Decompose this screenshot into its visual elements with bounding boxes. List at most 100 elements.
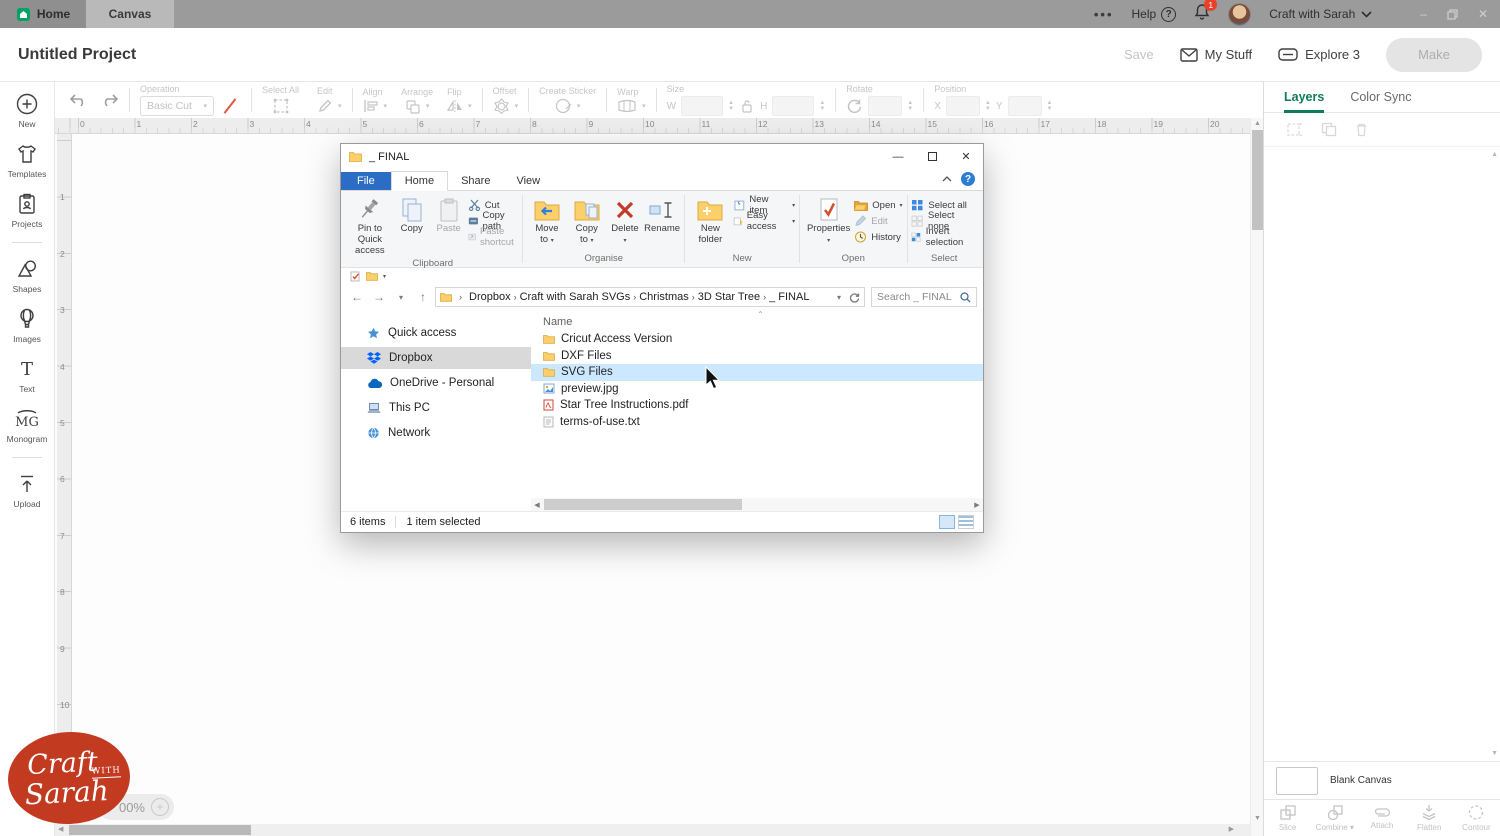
list-scroll-right-icon[interactable]: ▶ [971,501,983,509]
rotate-icon[interactable] [846,98,863,114]
properties-button[interactable]: Properties ▾ [804,195,853,247]
width-input[interactable] [681,96,724,116]
nav-item-onedrive---personal[interactable]: OneDrive - Personal [341,372,531,394]
linetype-swatch[interactable] [219,96,241,116]
breadcrumb-separator-icon[interactable]: › [689,292,698,302]
overflow-menu-icon[interactable]: ••• [1094,7,1114,22]
canvas-swatch[interactable] [1276,766,1318,795]
file-row-cricut-access-version[interactable]: Cricut Access Version [531,331,983,348]
qat-folder-icon[interactable] [366,271,378,281]
width-stepper[interactable]: ▲ ▼ [728,100,734,112]
nav-item-quick-access[interactable]: Quick access [341,322,531,344]
sidebar-item-shapes[interactable]: Shapes [0,257,54,294]
redo-button[interactable] [99,92,119,108]
tab-color-sync[interactable]: Color Sync [1350,90,1411,112]
large-icons-view-button[interactable] [958,515,974,529]
account-menu[interactable]: Craft with Sarah [1269,7,1372,21]
sidebar-item-text[interactable]: T Text [0,357,54,394]
breadcrumb-separator-icon[interactable]: › [511,292,520,302]
operation-select[interactable]: Basic Cut ▾ [140,96,214,116]
rotate-input[interactable] [868,96,903,116]
breadcrumb-item[interactable]: 3D Star Tree [698,291,760,303]
contour-button[interactable]: Contour [1453,800,1500,836]
delete-button[interactable]: Delete ▾ [607,195,643,247]
list-scroll-left-icon[interactable]: ◀ [531,501,543,509]
arrange-button[interactable]: ▾ [405,99,429,114]
history-button[interactable]: History [854,229,902,245]
breadcrumb-item[interactable]: Dropbox [469,291,511,303]
file-row-preview-jpg[interactable]: preview.jpg [531,381,983,398]
collapse-ribbon-icon[interactable] [942,176,952,182]
file-row-star-tree-instructions-pdf[interactable]: Star Tree Instructions.pdf [531,397,983,414]
combine-button[interactable]: Combine ▾ [1311,800,1358,836]
move-to-button[interactable]: Move to ▾ [527,195,566,247]
nav-item-dropbox[interactable]: Dropbox [341,347,531,369]
explorer-help-icon[interactable]: ? [961,172,975,186]
app-close-button[interactable]: ✕ [1478,7,1488,21]
copy-button[interactable]: Copy [394,195,430,236]
panel-scroll-up-icon[interactable]: ▲ [1491,151,1498,158]
sidebar-item-templates[interactable]: Templates [0,142,54,179]
scroll-left-icon[interactable]: ◀ [58,824,63,836]
tab-canvas[interactable]: Canvas [86,0,174,28]
ribbon-tab-share[interactable]: Share [448,172,503,190]
sidebar-item-projects[interactable]: Projects [0,192,54,229]
undo-button[interactable] [69,92,89,108]
save-button[interactable]: Save [1124,47,1154,62]
file-row-svg-files[interactable]: SVG Files [531,364,983,381]
explorer-maximize-button[interactable] [915,144,949,169]
tab-home[interactable]: Home [0,0,86,28]
refresh-icon[interactable] [849,292,860,303]
edit-button[interactable]: Edit [854,213,902,229]
paste-button[interactable]: Paste [431,195,467,236]
height-input[interactable] [772,96,815,116]
flatten-button[interactable]: Flatten [1406,800,1453,836]
warp-button[interactable]: ▾ [617,99,646,113]
sidebar-item-monogram[interactable]: MG Monogram [0,407,54,444]
ribbon-tab-home[interactable]: Home [390,171,449,191]
invert-selection-button[interactable]: Invert selection [911,226,977,248]
easy-access-button[interactable]: Easy access ▾ [733,210,795,232]
address-dropdown-icon[interactable]: ▾ [837,293,841,302]
list-scroll-thumb[interactable] [544,499,742,510]
attach-button[interactable]: Attach [1358,800,1405,836]
lock-icon[interactable] [741,99,753,113]
tab-layers[interactable]: Layers [1284,90,1325,113]
file-row-dxf-files[interactable]: DXF Files [531,348,983,365]
explorer-close-button[interactable]: ✕ [949,144,983,169]
back-button[interactable]: ← [347,290,367,304]
copy-to-button[interactable]: Copy to ▾ [568,195,606,247]
create-sticker-button[interactable]: ▾ [555,98,580,114]
breadcrumb-separator-icon[interactable]: › [760,292,769,302]
edit-button[interactable]: ▾ [317,98,342,114]
panel-scroll-down-icon[interactable]: ▼ [1491,750,1498,757]
rotate-stepper[interactable]: ▲ ▼ [907,100,913,112]
recent-locations-icon[interactable]: ▾ [391,293,411,302]
scroll-right-icon[interactable]: ▶ [1229,824,1234,836]
offset-button[interactable]: ▾ [493,98,518,114]
make-button[interactable]: Make [1386,37,1482,72]
canvas-vertical-scrollbar[interactable]: ▲ ▼ [1250,118,1263,836]
explorer-titlebar[interactable]: _ FINAL — ✕ [341,144,983,169]
explorer-minimize-button[interactable]: — [881,144,915,169]
qat-dropdown-icon[interactable]: ▾ [383,273,386,280]
sidebar-item-new[interactable]: New [0,92,54,129]
sidebar-item-images[interactable]: Images [0,307,54,344]
address-bar[interactable]: › Dropbox › Craft with Sarah SVGs › Christma… [435,287,865,307]
app-minimize-button[interactable]: – [1420,7,1427,21]
my-stuff-button[interactable]: My Stuff [1179,47,1252,62]
y-stepper[interactable]: ▲ ▼ [1047,100,1053,112]
y-input[interactable] [1007,96,1042,116]
duplicate-icon[interactable] [1321,122,1337,137]
notifications-button[interactable]: 1 [1194,0,1218,25]
pin-to-quick-access-button[interactable]: Pin to Quick access [347,195,393,258]
ribbon-tab-file[interactable]: File [341,172,391,190]
explore-machine-button[interactable]: Explore 3 [1278,47,1360,62]
align-button[interactable]: ▾ [363,99,387,113]
zoom-in-button[interactable]: + [151,798,169,816]
x-stepper[interactable]: ▲ ▼ [985,100,991,112]
new-folder-button[interactable]: New folder [689,195,732,247]
select-all-button[interactable] [272,97,290,115]
nav-item-this-pc[interactable]: This PC [341,397,531,419]
app-restore-button[interactable] [1447,8,1458,20]
